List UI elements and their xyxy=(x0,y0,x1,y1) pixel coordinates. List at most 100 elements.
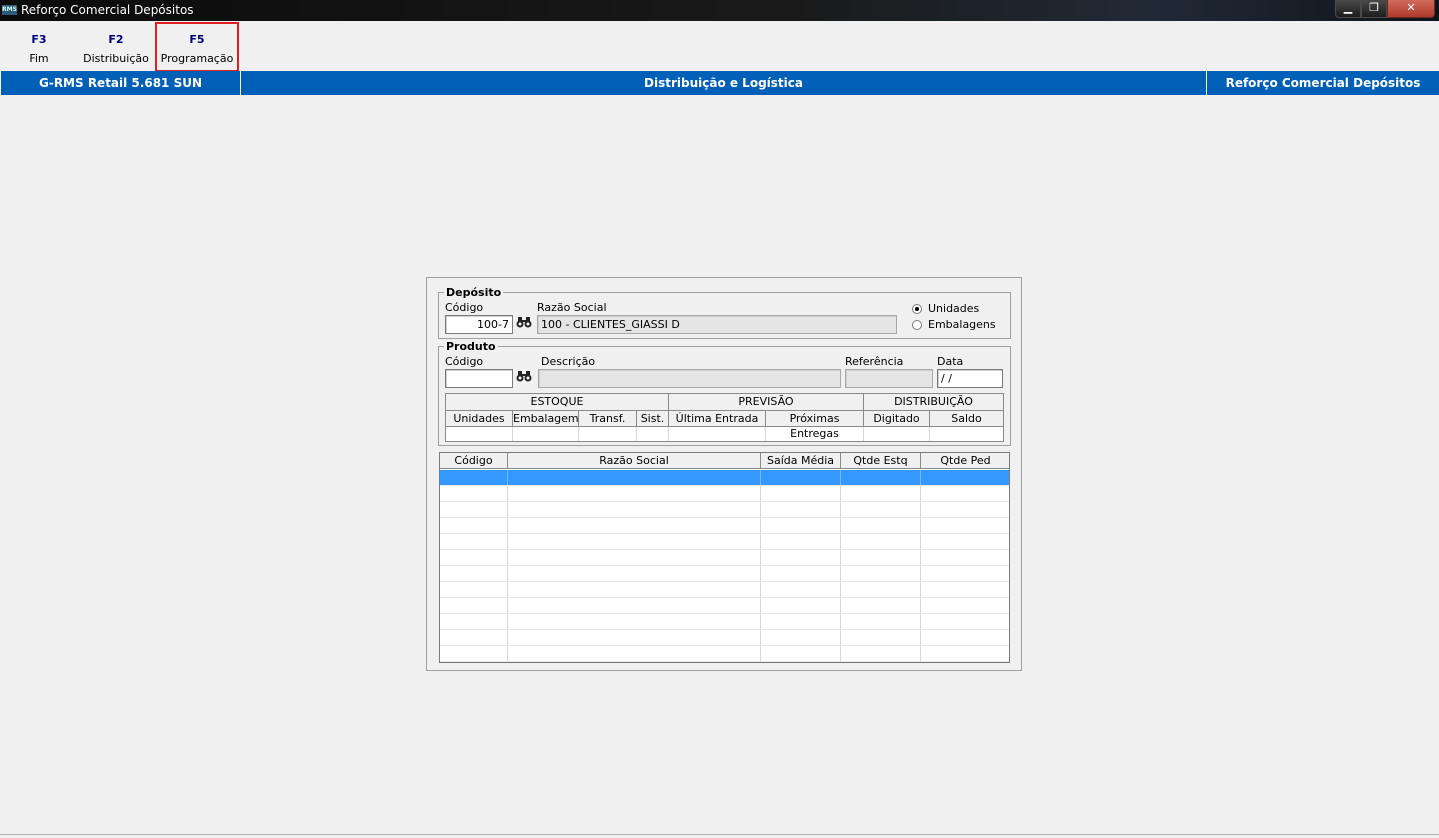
table-cell xyxy=(440,646,508,661)
table-cell xyxy=(440,518,508,533)
table-row[interactable] xyxy=(440,630,1009,646)
table-cell xyxy=(508,630,761,645)
table-row[interactable] xyxy=(440,534,1009,550)
table-cell xyxy=(841,470,921,485)
table-cell xyxy=(841,582,921,597)
results-col-qtde-ped[interactable]: Qtde Ped xyxy=(921,453,1009,468)
table-row[interactable] xyxy=(440,598,1009,614)
produto-referencia-field xyxy=(845,369,933,388)
table-cell xyxy=(440,550,508,565)
table-cell xyxy=(921,614,1009,629)
table-cell xyxy=(440,534,508,549)
table-cell xyxy=(841,614,921,629)
table-row[interactable] xyxy=(440,566,1009,582)
grid-data-row[interactable] xyxy=(446,427,1003,441)
toolbar: F3 Fim F2 Distribuição F5 Programação xyxy=(0,21,1439,72)
table-cell xyxy=(508,470,761,485)
produto-codigo-label: Código xyxy=(445,355,484,368)
status-bar xyxy=(0,834,1439,838)
results-grid[interactable]: Código Razão Social Saída Média Qtde Est… xyxy=(439,452,1010,663)
table-cell xyxy=(921,486,1009,501)
table-cell xyxy=(440,502,508,517)
table-row[interactable] xyxy=(440,486,1009,502)
title-bar: RMS Reforço Comercial Depósitos ▁ ❐ ✕ xyxy=(0,0,1439,21)
table-cell xyxy=(508,582,761,597)
produto-group: Produto Código Descrição Referência Data… xyxy=(438,340,1011,446)
col-ultima-entrada: Última Entrada xyxy=(669,411,766,426)
results-col-saida-media[interactable]: Saída Média xyxy=(761,453,841,468)
col-sist: Sist. xyxy=(637,411,669,426)
deposito-codigo-label: Código xyxy=(445,301,484,314)
table-row[interactable] xyxy=(440,550,1009,566)
table-row[interactable] xyxy=(440,646,1009,662)
col-proximas-entregas: Próximas Entregas xyxy=(766,411,864,440)
table-cell xyxy=(761,630,841,645)
radio-unidades[interactable] xyxy=(912,304,922,314)
col-transf: Transf. xyxy=(579,411,637,426)
table-cell xyxy=(841,502,921,517)
distribuicao-label: Distribuição xyxy=(83,52,149,65)
table-cell xyxy=(440,630,508,645)
table-cell xyxy=(761,614,841,629)
cell xyxy=(637,427,669,441)
table-cell xyxy=(921,582,1009,597)
radio-unidades-label[interactable]: Unidades xyxy=(928,302,979,315)
binoculars-icon[interactable] xyxy=(514,369,534,388)
table-cell xyxy=(508,598,761,613)
table-cell xyxy=(921,630,1009,645)
produto-descricao-field xyxy=(538,369,841,388)
fim-button[interactable]: F3 Fim xyxy=(14,23,64,71)
table-row[interactable] xyxy=(440,614,1009,630)
deposito-group: Depósito Código 100-7 Razão Social 100 -… xyxy=(438,286,1011,339)
cell xyxy=(446,427,513,441)
table-row[interactable] xyxy=(440,502,1009,518)
distribuicao-key: F2 xyxy=(108,33,124,46)
cell xyxy=(766,427,864,441)
table-cell xyxy=(921,550,1009,565)
table-cell xyxy=(841,518,921,533)
programacao-button[interactable]: F5 Programação xyxy=(155,22,239,72)
binoculars-icon[interactable] xyxy=(514,315,534,334)
distribuicao-button[interactable]: F2 Distribuição xyxy=(80,23,152,71)
cell xyxy=(669,427,766,441)
col-unidades: Unidades xyxy=(446,411,513,426)
table-cell xyxy=(761,470,841,485)
produto-codigo-input[interactable] xyxy=(445,369,513,388)
table-row[interactable] xyxy=(440,470,1009,486)
col-saldo: Saldo xyxy=(951,412,982,425)
table-cell xyxy=(841,534,921,549)
window-title: Reforço Comercial Depósitos xyxy=(21,3,194,17)
radio-embalagens-label[interactable]: Embalagens xyxy=(928,318,996,331)
header-band: G-RMS Retail 5.681 SUN Distribuição e Lo… xyxy=(0,71,1439,95)
programacao-key: F5 xyxy=(189,33,205,46)
maximize-button[interactable]: ❐ xyxy=(1361,0,1387,18)
produto-data-input[interactable]: / / xyxy=(937,369,1003,388)
results-col-qtde-estq[interactable]: Qtde Estq xyxy=(841,453,921,468)
system-version: G-RMS Retail 5.681 SUN xyxy=(0,71,241,95)
deposito-codigo-input[interactable]: 100-7 xyxy=(445,315,513,334)
cell xyxy=(579,427,637,441)
results-col-razao-social[interactable]: Razão Social xyxy=(508,453,761,468)
minimize-button[interactable]: ▁ xyxy=(1335,0,1361,18)
cell xyxy=(864,427,930,441)
radio-embalagens[interactable] xyxy=(912,320,922,330)
table-cell xyxy=(841,598,921,613)
grid-column-header: Unidades Embalagem Transf. Sist. Última … xyxy=(446,411,1003,440)
deposito-razao-label: Razão Social xyxy=(537,301,607,314)
table-row[interactable] xyxy=(440,518,1009,534)
table-row[interactable] xyxy=(440,582,1009,598)
group-previsao: PREVISÃO xyxy=(669,394,864,410)
table-cell xyxy=(440,566,508,581)
table-cell xyxy=(508,486,761,501)
table-cell xyxy=(761,582,841,597)
deposito-razao-field: 100 - CLIENTES_GIASSI D xyxy=(537,315,897,334)
table-cell xyxy=(508,502,761,517)
table-cell xyxy=(761,502,841,517)
results-col-codigo[interactable]: Código xyxy=(440,453,508,468)
col-embalagem: Embalagem xyxy=(513,411,579,426)
results-header: Código Razão Social Saída Média Qtde Est… xyxy=(440,453,1009,469)
estoque-grid: ESTOQUE PREVISÃO DISTRIBUIÇÃO Unidades E… xyxy=(445,393,1004,442)
close-button[interactable]: ✕ xyxy=(1387,0,1435,18)
main-panel: Depósito Código 100-7 Razão Social 100 -… xyxy=(426,277,1022,671)
table-cell xyxy=(508,534,761,549)
